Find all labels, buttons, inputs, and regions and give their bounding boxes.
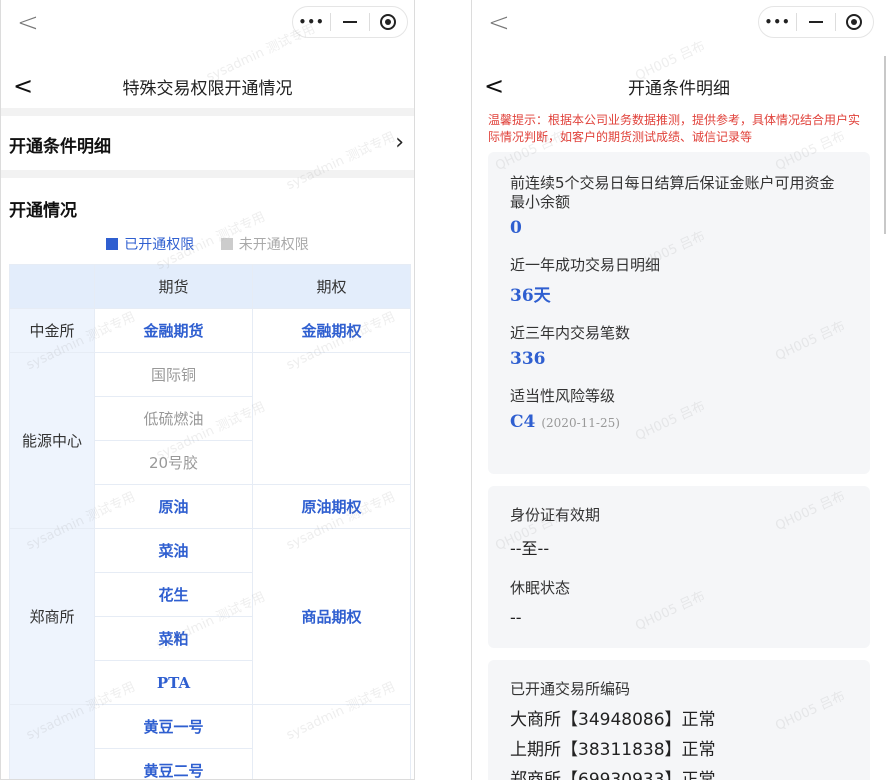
mini-program-bar: < ••• [472, 0, 886, 48]
system-back-icon[interactable]: < [488, 6, 510, 40]
list-item: 上期所【38311838】正常 [510, 740, 716, 760]
page-title: 开通条件明细 [628, 78, 730, 99]
minus-icon [808, 21, 823, 23]
left-screen: < ••• < 特殊交易权限开通情况 开通条件明细 › 开通情况 已开通权限 未… [0, 0, 415, 780]
conditions-card: 前连续5个交易日每日结算后保证金账户可用资金最小余额 0 近一年成功交易日明细 … [488, 152, 870, 474]
back-icon[interactable]: < [13, 72, 33, 100]
id-validity-label: 身份证有效期 [510, 506, 601, 524]
trade-days-label: 近一年成功交易日明细 [510, 256, 661, 274]
target-icon [846, 14, 863, 30]
back-icon[interactable]: < [484, 72, 504, 100]
right-screen: < ••• < 开通条件明细 温馨提示：根据本公司业务数据推测，提供参考，具体情… [471, 0, 886, 780]
capsule-menu: ••• [292, 6, 408, 38]
more-button[interactable]: ••• [759, 7, 796, 37]
header-corner [9, 264, 95, 309]
header-options: 期权 [252, 264, 411, 309]
list-item: 郑商所【69930933】正常 [510, 770, 716, 780]
capsule-menu: ••• [758, 6, 874, 38]
risk-level-label: 适当性风险等级 [510, 387, 616, 405]
czce-future-rapeseed-oil: 菜油 [94, 528, 253, 573]
legend-open-swatch [106, 238, 119, 250]
min-balance-value: 0 [510, 218, 522, 238]
trade-days-value: 36天 [510, 286, 551, 306]
legend-closed-swatch [220, 238, 233, 250]
conditions-link-row[interactable]: 开通条件明细 › [1, 116, 414, 172]
page-title: 特殊交易权限开通情况 [122, 78, 293, 99]
exchange-czce: 郑商所 [9, 528, 95, 705]
more-dots-icon: ••• [764, 15, 791, 29]
czce-options: 商品期权 [252, 528, 411, 705]
conditions-link-label: 开通条件明细 [9, 136, 111, 157]
ine-future-crude: 原油 [94, 484, 253, 529]
chevron-right-icon: › [395, 130, 404, 155]
exchange-ine: 能源中心 [9, 352, 95, 529]
exchange-cffex: 中金所 [9, 308, 95, 353]
system-back-icon[interactable]: < [17, 6, 39, 40]
risk-level-date: (2020-11-25) [541, 416, 620, 430]
ine-future-fuel: 低硫燃油 [94, 396, 253, 441]
table-row: 黄豆一号 [9, 704, 411, 779]
divider [1, 108, 414, 116]
close-button[interactable] [836, 7, 873, 37]
page-header: < 特殊交易权限开通情况 [1, 66, 414, 106]
target-icon [380, 14, 397, 30]
dormant-value: -- [510, 608, 522, 627]
options-empty [252, 704, 411, 779]
table-row: 郑商所 菜油 商品期权 [9, 528, 411, 705]
divider [1, 170, 414, 178]
minimize-button[interactable] [331, 7, 368, 37]
exchange-dce-blank [9, 704, 95, 779]
mini-program-bar: < ••• [1, 0, 414, 48]
warning-notice: 温馨提示：根据本公司业务数据推测，提供参考，具体情况结合用户实际情况判断，如客户… [488, 113, 861, 144]
cffex-options: 金融期权 [252, 308, 411, 353]
status-heading: 开通情况 [9, 201, 77, 221]
future-soybean-1: 黄豆一号 [94, 704, 253, 749]
cffex-futures: 金融期货 [94, 308, 253, 353]
future-soybean-2: 黄豆二号 [94, 748, 253, 779]
table-row: 中金所 金融期货 金融期权 [9, 308, 411, 353]
trade-count-value: 336 [510, 349, 546, 369]
dormant-label: 休眠状态 [510, 579, 571, 597]
ine-options-crude: 原油期权 [252, 484, 411, 529]
risk-level-row: C4 (2020-11-25) [510, 412, 848, 432]
minimize-button[interactable] [797, 7, 834, 37]
table-header-row: 期货 期权 [9, 264, 411, 309]
more-button[interactable]: ••• [293, 7, 330, 37]
table-row: 能源中心 国际铜 [9, 352, 411, 529]
exchange-codes-list: 大商所【34948086】正常 上期所【38311838】正常 郑商所【6993… [510, 705, 848, 780]
list-item: 大商所【34948086】正常 [510, 710, 716, 730]
ine-future-copper: 国际铜 [94, 352, 253, 397]
permission-table: 期货 期权 中金所 金融期货 金融期权 能源中心 国际铜 低硫燃油 20号胶 原… [9, 264, 411, 779]
minus-icon [342, 21, 357, 23]
header-futures: 期货 [94, 264, 253, 309]
page-header: < 开通条件明细 [472, 66, 886, 106]
legend-open: 已开通权限 [106, 237, 194, 253]
ine-options-empty [252, 352, 411, 485]
czce-future-peanut: 花生 [94, 572, 253, 617]
exchange-codes-label: 已开通交易所编码 [510, 680, 631, 698]
identity-card: 身份证有效期 --至-- 休眠状态 -- [488, 486, 870, 648]
legend: 已开通权限 未开通权限 [1, 234, 414, 254]
legend-closed: 未开通权限 [220, 237, 309, 253]
close-button[interactable] [370, 7, 407, 37]
czce-future-rapeseed-meal: 菜粕 [94, 616, 253, 661]
id-validity-value: --至-- [510, 539, 550, 558]
risk-level-value: C4 [510, 412, 536, 432]
more-dots-icon: ••• [298, 15, 325, 29]
trade-count-label: 近三年内交易笔数 [510, 324, 631, 342]
exchange-codes-card: 已开通交易所编码 大商所【34948086】正常 上期所【38311838】正常… [488, 660, 870, 780]
min-balance-label: 前连续5个交易日每日结算后保证金账户可用资金最小余额 [510, 174, 835, 211]
ine-future-rubber: 20号胶 [94, 440, 253, 485]
czce-future-pta: PTA [94, 660, 253, 705]
